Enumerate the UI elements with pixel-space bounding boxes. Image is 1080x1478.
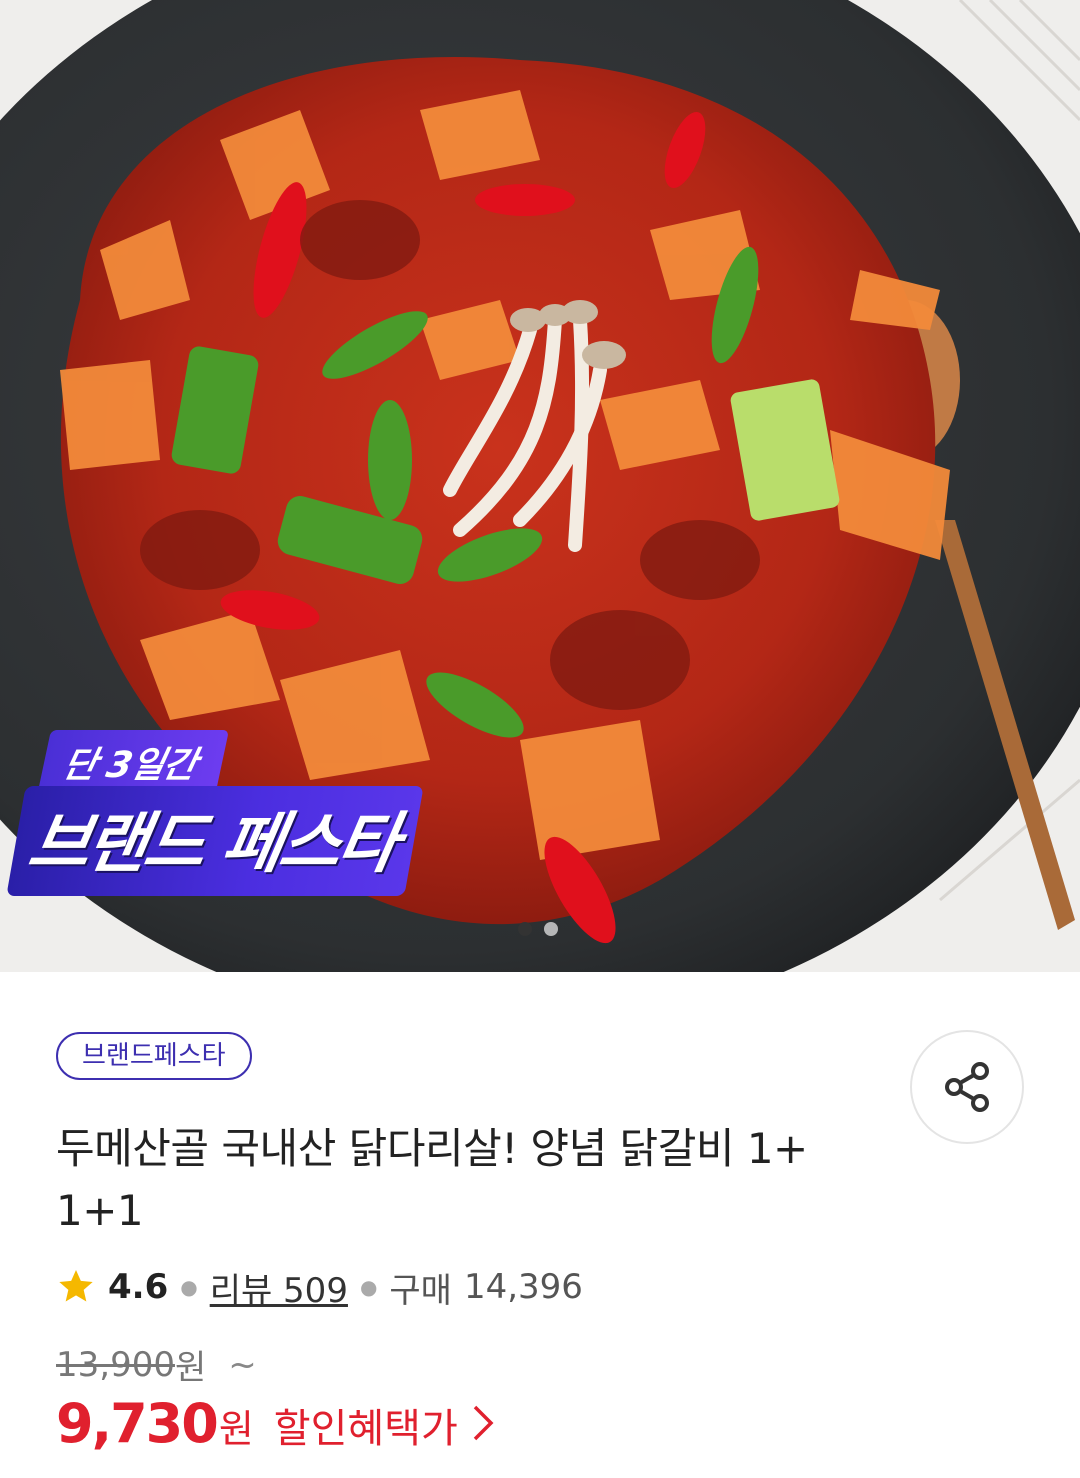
share-button[interactable] bbox=[910, 1030, 1024, 1144]
review-link[interactable]: 리뷰 509 bbox=[210, 1263, 348, 1312]
original-price-value: 13,900 bbox=[56, 1344, 175, 1385]
promo-banner: 단 3일간 브랜드 페스타 bbox=[6, 720, 446, 896]
promo-title: 브랜드 페스타 bbox=[6, 786, 425, 896]
product-meta: 4.6 ● 리뷰 509 ● 구매 14,396 bbox=[56, 1262, 583, 1312]
sale-price-value: 9,730 bbox=[56, 1392, 219, 1455]
price-range-tilde: ~ bbox=[228, 1344, 257, 1385]
meta-separator: ● bbox=[359, 1275, 378, 1299]
meta-separator: ● bbox=[180, 1275, 198, 1299]
star-icon bbox=[59, 1270, 93, 1302]
purchase-count: 14,396 bbox=[463, 1267, 583, 1307]
discount-price-link[interactable]: 9,730 원 할인혜택가 bbox=[56, 1392, 494, 1455]
share-icon bbox=[945, 1062, 989, 1112]
discount-benefit-label: 할인혜택가 bbox=[273, 1406, 458, 1452]
product-title-line1: 두메산골 국내산 닭다리살! 양념 닭갈비 1+ bbox=[56, 1124, 808, 1173]
pager-dot[interactable] bbox=[544, 922, 558, 936]
rating-value: 4.6 bbox=[108, 1267, 169, 1307]
product-image-carousel[interactable]: 단 3일간 브랜드 페스타 bbox=[0, 0, 1080, 972]
purchase-label: 구매 bbox=[389, 1270, 452, 1311]
brand-festa-badge[interactable]: 브랜드페스타 bbox=[56, 1032, 252, 1080]
chevron-right-icon bbox=[472, 1404, 494, 1446]
sale-price-unit: 원 bbox=[218, 1407, 254, 1451]
original-price-unit: 원 bbox=[174, 1348, 207, 1388]
pager-dot[interactable] bbox=[518, 922, 532, 936]
product-title-line2: 1+1 bbox=[56, 1186, 144, 1235]
carousel-pager bbox=[518, 922, 558, 936]
original-price: 13,900 원 ~ bbox=[56, 1340, 257, 1389]
product-title: 두메산골 국내산 닭다리살! 양념 닭갈비 1+ 1+1 bbox=[56, 1118, 896, 1242]
